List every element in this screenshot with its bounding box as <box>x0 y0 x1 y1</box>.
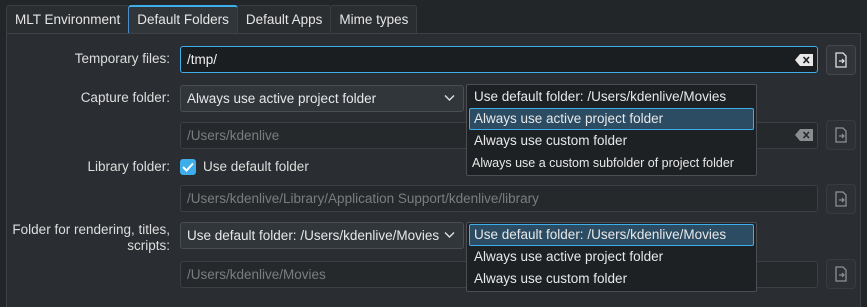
rendering-folder-combo-value: Use default folder: /Users/kdenlive/Movi… <box>187 228 440 243</box>
chevron-down-icon <box>444 95 455 101</box>
use-default-library-checkbox[interactable] <box>180 159 196 175</box>
rendering-folder-path-value: /Users/kdenlive/Movies <box>187 267 326 282</box>
document-open-icon <box>835 191 847 207</box>
rendering-folder-combo[interactable]: Use default folder: /Users/kdenlive/Movi… <box>180 222 464 249</box>
library-folder-label: Library folder: <box>87 159 170 174</box>
rendering-option-custom[interactable]: Always use custom folder <box>469 268 754 290</box>
capture-folder-combo-value: Always use active project folder <box>187 91 377 106</box>
tab-mlt-environment[interactable]: MLT Environment <box>6 5 130 33</box>
temporary-files-label: Temporary files: <box>74 51 170 66</box>
temporary-files-input[interactable]: /tmp/ <box>180 46 818 73</box>
clear-text-icon[interactable] <box>795 129 813 141</box>
document-open-icon <box>835 266 847 282</box>
rendering-folder-browse-button[interactable] <box>826 259 856 289</box>
document-open-icon <box>835 127 847 143</box>
capture-option-custom[interactable]: Always use custom folder <box>469 130 754 152</box>
clear-text-icon[interactable] <box>795 54 813 66</box>
temporary-files-value: /tmp/ <box>187 52 218 67</box>
capture-folder-dropdown: Use default folder: /Users/kdenlive/Movi… <box>466 84 757 176</box>
tab-bar: MLT Environment Default Folders Default … <box>6 5 418 33</box>
capture-option-active-project[interactable]: Always use active project folder <box>469 108 754 130</box>
default-folders-panel: Temporary files: /tmp/ Capture folder: A… <box>6 33 861 307</box>
capture-folder-browse-button[interactable] <box>826 120 856 150</box>
document-open-icon <box>835 52 847 68</box>
checkmark-icon <box>182 162 194 172</box>
capture-folder-combo[interactable]: Always use active project folder <box>180 85 464 112</box>
rendering-folder-label-line2: scripts: <box>127 238 170 253</box>
chevron-down-icon <box>444 232 455 238</box>
tab-default-apps[interactable]: Default Apps <box>236 5 332 33</box>
rendering-folder-label: Folder for rendering, titles, scripts: <box>12 222 170 254</box>
rendering-folder-dropdown: Use default folder: /Users/kdenlive/Movi… <box>466 222 757 292</box>
rendering-option-active-project[interactable]: Always use active project folder <box>469 246 754 268</box>
capture-option-default[interactable]: Use default folder: /Users/kdenlive/Movi… <box>469 86 754 108</box>
library-folder-browse-button[interactable] <box>826 184 856 214</box>
capture-folder-path-placeholder: /Users/kdenlive <box>187 128 280 143</box>
library-folder-path-input[interactable]: /Users/kdenlive/Library/Application Supp… <box>180 185 818 212</box>
rendering-folder-label-line1: Folder for rendering, titles, <box>12 222 170 237</box>
rendering-option-default[interactable]: Use default folder: /Users/kdenlive/Movi… <box>469 224 754 246</box>
use-default-library-label: Use default folder <box>203 159 309 174</box>
temporary-files-browse-button[interactable] <box>826 45 856 75</box>
library-folder-path-value: /Users/kdenlive/Library/Application Supp… <box>187 191 539 206</box>
tab-default-folders[interactable]: Default Folders <box>128 5 238 33</box>
tab-mime-types[interactable]: Mime types <box>330 5 418 33</box>
capture-option-custom-subfolder[interactable]: Always use a custom subfolder of project… <box>469 152 754 174</box>
capture-folder-label: Capture folder: <box>80 90 170 105</box>
